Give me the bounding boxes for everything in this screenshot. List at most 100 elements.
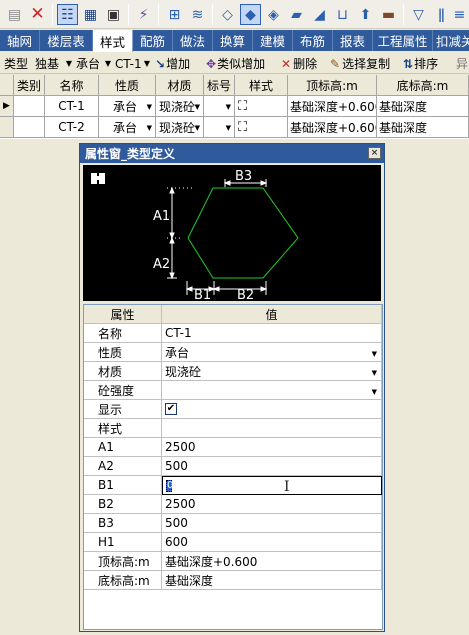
property-row[interactable]: B2 2500 [84, 495, 382, 514]
header-nature[interactable]: 性质 [99, 75, 156, 96]
property-value-checkbox[interactable]: ✔ [162, 400, 382, 419]
cell-category[interactable] [14, 96, 45, 117]
tab-style[interactable]: 样式 [93, 30, 133, 52]
column-icon[interactable]: ⬆ [355, 4, 376, 25]
cell-grade[interactable]: ▼ [204, 117, 235, 138]
tab-deduction[interactable]: 扣减关 [433, 30, 469, 51]
header-category[interactable]: 类别 [14, 75, 45, 96]
window-title[interactable]: 属性窗_类型定义 [80, 144, 384, 163]
property-value[interactable]: 500 [162, 457, 382, 476]
property-value[interactable]: CT-1 [162, 324, 382, 343]
property-row[interactable]: A2 500 [84, 457, 382, 476]
binoculars-icon[interactable]: ⛶ [238, 99, 247, 114]
header-material[interactable]: 材质 [156, 75, 204, 96]
similar-add-button[interactable]: ✥ 类似增加 [206, 55, 265, 72]
select-copy-button[interactable]: ✎ 选择复制 [330, 55, 390, 72]
cell-bottom-elevation[interactable]: 基础深度 [377, 117, 469, 138]
tab-reinforcement[interactable]: 配筋 [133, 30, 173, 51]
cell-bottom-elevation[interactable]: 基础深度 [377, 96, 469, 117]
wand-icon[interactable]: ⚡ [133, 4, 154, 25]
tab-floors[interactable]: 楼层表 [40, 30, 93, 51]
property-value[interactable]: 基础深度 [162, 571, 382, 590]
tab-modeling[interactable]: 建模 [253, 30, 293, 51]
property-row[interactable]: 底标高:m 基础深度 [84, 571, 382, 590]
property-row[interactable]: H1 600 [84, 533, 382, 552]
sort-button[interactable]: ⇅ 排序 [403, 55, 438, 72]
bars-icon[interactable]: ≡ [449, 4, 469, 25]
header-bottom-elevation[interactable]: 底标高:m [377, 75, 469, 96]
property-value[interactable]: 2500 [162, 438, 382, 457]
display-checkbox[interactable]: ✔ [165, 403, 177, 415]
beam-icon[interactable]: ▰ [286, 4, 307, 25]
row-selector[interactable] [0, 117, 14, 138]
code-select[interactable]: CT-1 ▼ [114, 55, 152, 72]
tab-method[interactable]: 做法 [173, 30, 213, 51]
cell-style[interactable]: ⛶ [235, 96, 288, 117]
stack-icon[interactable]: ◆ [240, 4, 261, 25]
shape-tool-icon[interactable]: ◇ [217, 4, 238, 25]
category-select[interactable]: 独基 ▼ [34, 55, 74, 72]
tab-project-properties[interactable]: 工程属性 [373, 30, 433, 51]
delete-icon[interactable]: ✕ [27, 4, 48, 25]
rotate-icon[interactable]: ◈ [263, 4, 284, 25]
tab-conversion[interactable]: 换算 [213, 30, 253, 51]
layers-icon[interactable]: ≋ [187, 4, 208, 25]
cell-nature[interactable]: 承台 ▼ [99, 117, 156, 138]
subtype-select[interactable]: 承台 ▼ [75, 55, 113, 72]
property-value-editor[interactable]: 0 I [162, 476, 382, 495]
property-value-select[interactable]: ▼ [162, 381, 382, 400]
tab-rebar-layout[interactable]: 布筋 [293, 30, 333, 51]
property-row[interactable]: 砼强度 ▼ [84, 381, 382, 400]
tab-report[interactable]: 报表 [333, 30, 373, 51]
chevron-down-icon[interactable]: ▼ [372, 388, 377, 396]
property-value[interactable] [162, 419, 382, 438]
property-value[interactable]: 基础深度+0.600 [162, 552, 382, 571]
paste-icon[interactable]: ▤ [4, 4, 25, 25]
close-button[interactable]: × [368, 147, 381, 159]
tab-axis[interactable]: 轴网 [0, 30, 40, 51]
table-row[interactable]: ▶ CT-1 承台 ▼ 现浇砼 ▼ ▼ ⛶ 基础深度+0.600 基础深度 [0, 96, 469, 117]
header-name[interactable]: 名称 [45, 75, 99, 96]
table-view-icon[interactable]: ▦ [80, 4, 101, 25]
cell-style[interactable]: ⛶ [235, 117, 288, 138]
u-shape-icon[interactable]: ⊔ [332, 4, 353, 25]
property-row[interactable]: 样式 [84, 419, 382, 438]
row-selector[interactable]: ▶ [0, 96, 14, 117]
tree-view-icon[interactable]: ☷ [57, 4, 78, 25]
cup-icon[interactable]: ▽ [408, 4, 429, 25]
cell-grade[interactable]: ▼ [204, 96, 235, 117]
property-row[interactable]: 名称 CT-1 [84, 324, 382, 343]
cell-top-elevation[interactable]: 基础深度+0.600 [288, 96, 377, 117]
properties-icon[interactable]: ▣ [103, 4, 124, 25]
property-value[interactable]: 600 [162, 533, 382, 552]
binoculars-icon[interactable] [91, 173, 105, 184]
property-value[interactable]: 2500 [162, 495, 382, 514]
cell-top-elevation[interactable]: 基础深度+0.600 [288, 117, 377, 138]
add-button[interactable]: ↘ 增加 [155, 55, 190, 72]
ruler-icon[interactable]: ▬ [378, 4, 399, 25]
property-row[interactable]: B1 0 I [84, 476, 382, 495]
resize-grip[interactable] [374, 621, 384, 631]
binoculars-icon[interactable]: ⛶ [238, 120, 247, 135]
slab-icon[interactable]: ◢ [309, 4, 330, 25]
property-row[interactable]: 性质 承台 ▼ [84, 343, 382, 362]
property-value-select[interactable]: 承台 ▼ [162, 343, 382, 362]
property-row[interactable]: A1 2500 [84, 438, 382, 457]
cell-nature[interactable]: 承台 ▼ [99, 96, 156, 117]
property-value[interactable]: 500 [162, 514, 382, 533]
delete-button[interactable]: ✕ 删除 [281, 55, 317, 72]
cell-material[interactable]: 现浇砼 ▼ [156, 117, 204, 138]
header-top-elevation[interactable]: 顶标高:m [288, 75, 377, 96]
property-row[interactable]: 材质 现浇砼 ▼ [84, 362, 382, 381]
property-row[interactable]: 显示 ✔ [84, 400, 382, 419]
cell-material[interactable]: 现浇砼 ▼ [156, 96, 204, 117]
header-style[interactable]: 样式 [235, 75, 288, 96]
selected-text[interactable]: 0 [166, 479, 173, 492]
property-row[interactable]: B3 500 [84, 514, 382, 533]
property-value-select[interactable]: 现浇砼 ▼ [162, 362, 382, 381]
cell-name[interactable]: CT-2 [45, 117, 99, 138]
header-grade[interactable]: 标号 [204, 75, 235, 96]
chevron-down-icon[interactable]: ▼ [372, 369, 377, 377]
chevron-down-icon[interactable]: ▼ [372, 350, 377, 358]
grid-icon[interactable]: ⊞ [164, 4, 185, 25]
